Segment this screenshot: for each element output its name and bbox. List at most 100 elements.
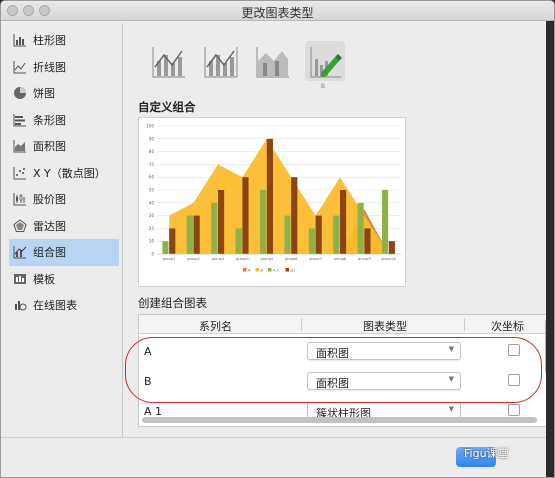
bar <box>388 241 395 254</box>
x-tick-label: group2 <box>187 257 200 261</box>
sidebar-item-label: 柱形图 <box>33 34 66 48</box>
table-header: 系列名 图表类型 次坐标 <box>139 315 553 334</box>
sidebar-item-scatter[interactable]: X Y（散点图） <box>9 160 119 187</box>
window-edge <box>546 21 554 477</box>
bar <box>340 190 347 254</box>
column-header-series-name: 系列名 <box>199 320 232 333</box>
sidebar-item-template[interactable]: 模板 <box>9 266 119 293</box>
y-tick-label: 90 <box>149 136 155 141</box>
bar <box>284 215 291 254</box>
custom-combo-button[interactable] <box>305 41 345 81</box>
legend-swatch <box>268 268 272 272</box>
column-divider <box>464 318 465 331</box>
y-tick-label: 70 <box>149 162 155 167</box>
y-tick-label: 50 <box>149 188 155 193</box>
x-tick-label: group9 <box>358 257 371 261</box>
legend-swatch <box>255 268 259 272</box>
column-header-secondary-axis: 次坐标 <box>491 320 524 333</box>
x-tick-label: group6 <box>285 257 298 261</box>
column-chart-icon <box>13 33 27 47</box>
bar-chart-icon <box>13 113 27 127</box>
column-header-chart-type: 图表类型 <box>363 320 407 333</box>
sidebar-item-label: 模板 <box>33 272 55 286</box>
bar <box>211 202 218 254</box>
combo-stacked-area-column-icon <box>253 41 293 81</box>
pie-chart-icon <box>13 86 27 100</box>
sidebar-item-label: 组合图 <box>33 246 66 260</box>
sidebar-item-label: 在线图表 <box>33 299 77 313</box>
combo-column-line-icon <box>149 41 189 81</box>
create-combo-heading: 创建组合图表 <box>138 296 207 310</box>
sidebar-item-stock[interactable]: 股价图 <box>9 186 119 213</box>
bar <box>266 138 273 254</box>
secondary-axis-checkbox[interactable] <box>508 404 520 416</box>
legend-label: B1 <box>291 268 296 272</box>
sidebar-item-line[interactable]: 折线图 <box>9 54 119 81</box>
horizontal-scrollbar[interactable] <box>142 417 537 423</box>
template-icon <box>13 272 27 286</box>
sidebar-item-radar[interactable]: 雷达图 <box>9 213 119 240</box>
legend-label: A 1 <box>273 268 279 272</box>
x-tick-label: group10 <box>381 257 397 261</box>
bar <box>186 215 193 254</box>
bar <box>381 190 389 254</box>
chart-preview: 0 10 20 30 40 50 60 70 80 90 100 group1 group2 group3… <box>138 117 406 287</box>
change-chart-type-dialog: 更改图表类型 柱形图 折线图 饼图 条形图 面积图 X Y（散点图） 股价图 雷… <box>0 0 555 478</box>
area-series-b <box>169 138 389 254</box>
chevron-down-icon: ▼ <box>448 405 454 413</box>
bar <box>162 241 169 254</box>
combo-column-line-secondary-button[interactable] <box>201 41 241 81</box>
annotation-highlight <box>125 337 542 403</box>
bar <box>364 228 371 254</box>
scatter-chart-icon <box>13 166 27 180</box>
sidebar-item-label: 雷达图 <box>33 219 66 233</box>
bar <box>193 215 200 254</box>
sidebar-divider <box>122 23 123 437</box>
bar <box>242 177 249 254</box>
sidebar-item-pie[interactable]: 饼图 <box>9 80 119 107</box>
watermark: Figu课堂 <box>464 447 509 460</box>
bar <box>357 202 364 254</box>
y-tick-label: 60 <box>149 175 155 180</box>
x-tick-label: group4 <box>236 257 249 261</box>
sidebar-item-bar[interactable]: 条形图 <box>9 107 119 134</box>
y-tick-label: 30 <box>149 213 155 218</box>
legend-swatch <box>285 268 289 272</box>
y-tick-label: 40 <box>149 200 155 205</box>
custom-combo-icon <box>305 41 345 81</box>
bar <box>308 228 315 254</box>
radar-chart-icon <box>13 219 27 233</box>
area-chart-icon <box>13 139 27 153</box>
sidebar-item-label: 股价图 <box>33 193 66 207</box>
bar <box>333 215 340 254</box>
combo-chart-icon <box>13 245 27 259</box>
legend-label: B <box>261 268 264 272</box>
x-tick-label: group8 <box>334 257 347 261</box>
combo-column-line-secondary-icon <box>201 41 241 81</box>
custom-combo-note: B <box>321 83 326 90</box>
sidebar-item-label: 饼图 <box>33 87 55 101</box>
legend-label: A <box>248 268 251 272</box>
legend-swatch <box>243 268 247 272</box>
combo-stacked-area-column-button[interactable] <box>253 41 293 81</box>
custom-combo-heading: 自定义组合 <box>138 100 196 114</box>
sidebar-item-label: 折线图 <box>33 60 66 74</box>
bar <box>218 190 225 254</box>
bar <box>235 228 242 254</box>
combo-column-line-button[interactable] <box>149 41 189 81</box>
sidebar-item-combo[interactable]: 组合图 <box>9 239 119 266</box>
sidebar-item-label: 条形图 <box>33 113 66 127</box>
y-tick-label: 100 <box>146 124 154 129</box>
bar <box>259 190 267 254</box>
column-divider <box>301 318 302 331</box>
sidebar-item-area[interactable]: 面积图 <box>9 133 119 160</box>
x-tick-label: group7 <box>309 257 322 261</box>
online-chart-icon <box>13 298 27 312</box>
bar <box>291 177 298 254</box>
sidebar-item-column[interactable]: 柱形图 <box>9 27 119 54</box>
chart-type-sidebar: 柱形图 折线图 饼图 条形图 面积图 X Y（散点图） 股价图 雷达图 组合图 … <box>9 27 119 447</box>
bar <box>169 228 176 254</box>
x-tick-label: group5 <box>260 257 273 261</box>
combo-chart: 0 10 20 30 40 50 60 70 80 90 100 group1 group2 group3… <box>146 124 401 272</box>
sidebar-item-online[interactable]: 在线图表 <box>9 292 119 319</box>
